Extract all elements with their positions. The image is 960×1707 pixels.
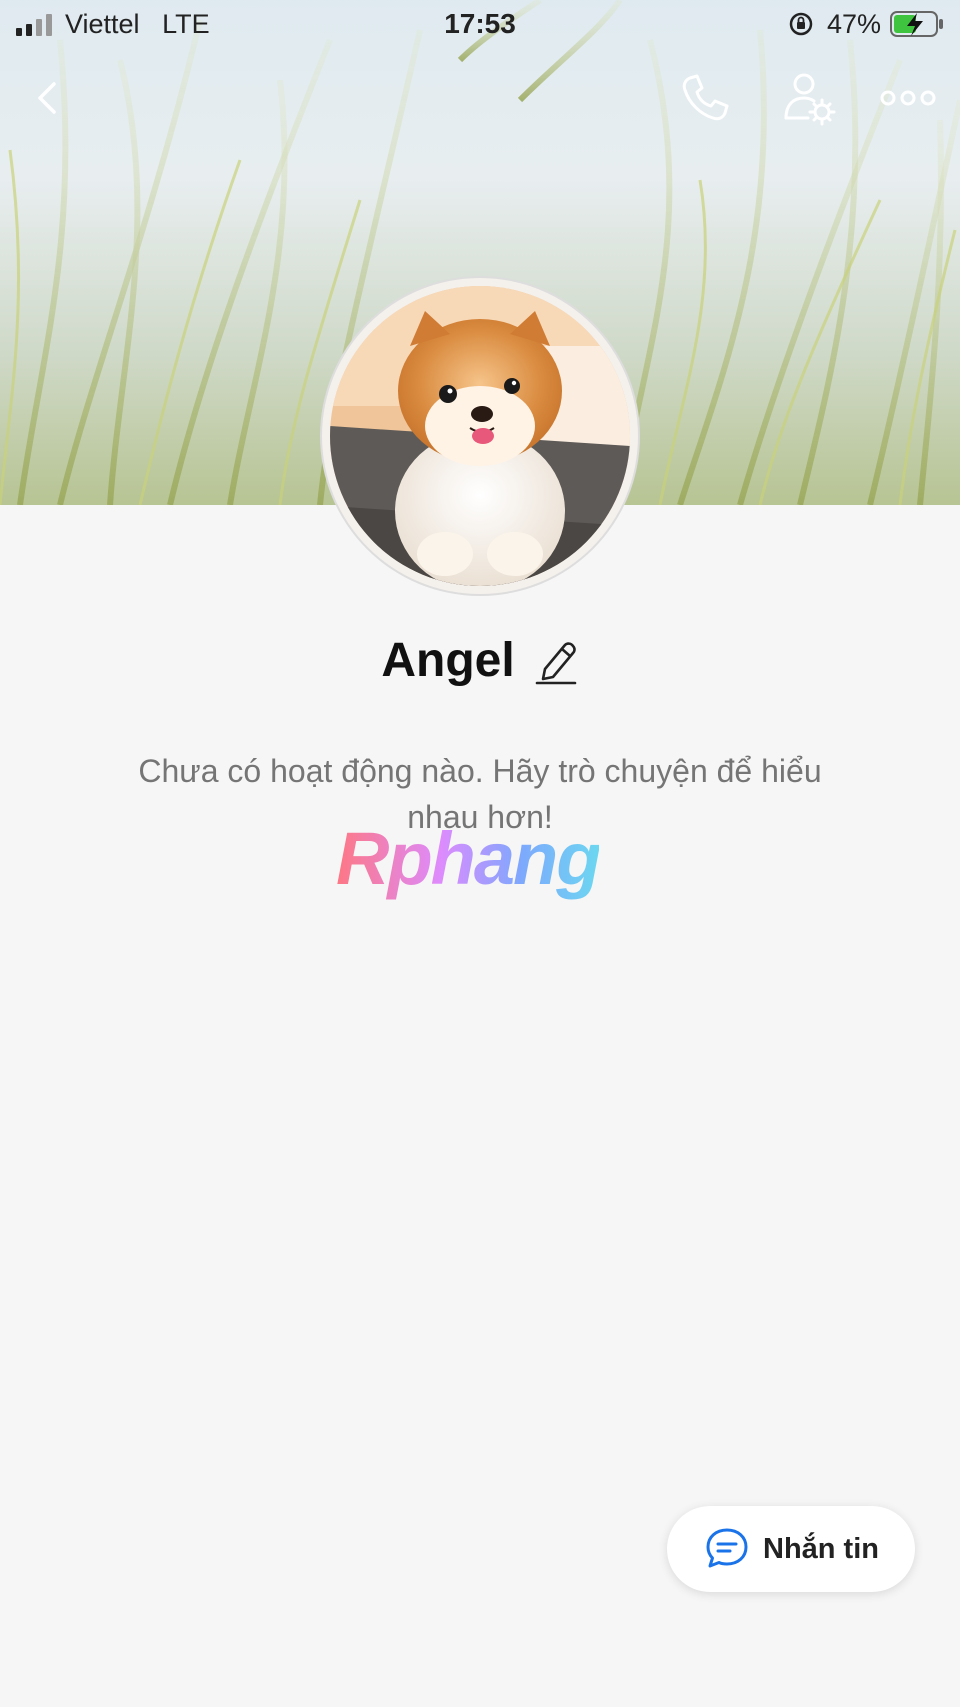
phone-icon	[682, 74, 729, 121]
status-bar: Viettel LTE 17:53 47%	[0, 0, 960, 50]
user-settings-button[interactable]	[778, 68, 838, 128]
user-gear-icon	[784, 73, 836, 126]
chevron-left-icon	[38, 82, 56, 114]
rotation-lock-icon	[789, 12, 813, 36]
battery-percentage: 47%	[827, 9, 882, 39]
profile-name-row: Angel	[0, 628, 960, 692]
battery-charging-icon	[890, 11, 943, 37]
profile-name: Angel	[381, 633, 515, 687]
more-button[interactable]	[878, 68, 938, 128]
send-message-label: Nhắn tin	[763, 1532, 879, 1565]
watermark-logo: Rphang	[336, 817, 601, 900]
avatar[interactable]	[322, 278, 638, 594]
call-button[interactable]	[675, 68, 735, 128]
pencil-icon[interactable]	[535, 635, 579, 685]
chat-bubble-icon	[706, 1528, 748, 1568]
dog-avatar-image	[330, 286, 630, 586]
send-message-button[interactable]: Nhắn tin	[667, 1506, 915, 1592]
back-button[interactable]	[20, 68, 80, 128]
more-dots-icon	[880, 90, 936, 106]
clock: 17:53	[444, 8, 516, 39]
profile-screen: Viettel LTE 17:53 47% Angel Chưa có hoạt…	[0, 0, 960, 1707]
